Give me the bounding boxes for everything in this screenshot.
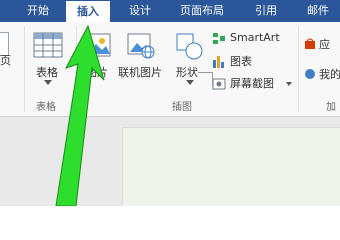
my-addins-button[interactable]: 我的 <box>304 66 340 82</box>
shapes-button-label: 形状 <box>176 66 198 79</box>
group-separator <box>24 26 25 112</box>
chart-button[interactable]: 图表 <box>212 52 288 70</box>
store-label: 应 <box>319 38 330 51</box>
pages-button-label: 页 <box>0 54 11 67</box>
chart-icon <box>213 56 224 68</box>
online-pictures-button[interactable]: 联机图片 <box>116 28 168 79</box>
chevron-down-icon <box>186 80 194 85</box>
picture-icon <box>85 33 111 57</box>
ribbon-tab-bar: 开始 插入 设计 页面布局 引用 邮件 <box>0 0 340 22</box>
tab-mailings[interactable]: 邮件 <box>298 0 338 22</box>
screenshot-label: 屏幕截图 <box>230 77 274 90</box>
table-button-label: 表格 <box>36 66 58 79</box>
shapes-button[interactable]: 形状 <box>172 28 208 88</box>
smartart-button[interactable]: SmartArt <box>212 30 288 48</box>
chart-label: 图表 <box>230 55 252 68</box>
group-separator <box>76 26 77 112</box>
chevron-down-icon <box>286 82 292 86</box>
store-button[interactable]: 应 <box>304 36 340 52</box>
document-page[interactable] <box>122 127 340 206</box>
store-icon <box>305 38 315 49</box>
group-separator <box>298 26 299 112</box>
table-button[interactable]: 表格 <box>30 28 66 88</box>
shapes-icon <box>176 33 203 60</box>
screenshot-icon <box>212 78 226 90</box>
picture-button-label: 图片 <box>86 66 108 79</box>
word-window: 开始 插入 设计 页面布局 引用 邮件 页 表格 表格 图片 联机图片 形状 S… <box>0 0 340 206</box>
my-addins-icon <box>305 69 315 79</box>
picture-button[interactable]: 图片 <box>80 28 114 79</box>
online-pictures-label: 联机图片 <box>118 66 162 79</box>
table-icon <box>33 32 63 58</box>
smartart-label: SmartArt <box>230 31 280 44</box>
margin-corner-mark <box>198 72 212 73</box>
tab-home[interactable]: 开始 <box>18 0 58 22</box>
ribbon-panel: 页 表格 表格 图片 联机图片 形状 SmartArt 图表 屏幕截图 插图 应… <box>0 22 340 117</box>
tab-insert[interactable]: 插入 <box>66 1 110 22</box>
margin-corner-mark <box>212 72 213 86</box>
document-area[interactable] <box>0 117 340 206</box>
group-label-tables: 表格 <box>36 102 56 113</box>
my-addins-label: 我的 <box>319 68 340 81</box>
group-label-illustrations: 插图 <box>172 102 192 113</box>
screenshot-button[interactable]: 屏幕截图 <box>212 74 294 92</box>
tab-design[interactable]: 设计 <box>118 0 162 22</box>
smartart-icon <box>213 33 225 44</box>
group-label-addins: 加 <box>326 102 336 113</box>
online-picture-icon <box>127 33 155 59</box>
chevron-down-icon <box>44 80 52 85</box>
tab-references[interactable]: 引用 <box>246 0 286 22</box>
tab-page-layout[interactable]: 页面布局 <box>170 0 234 22</box>
